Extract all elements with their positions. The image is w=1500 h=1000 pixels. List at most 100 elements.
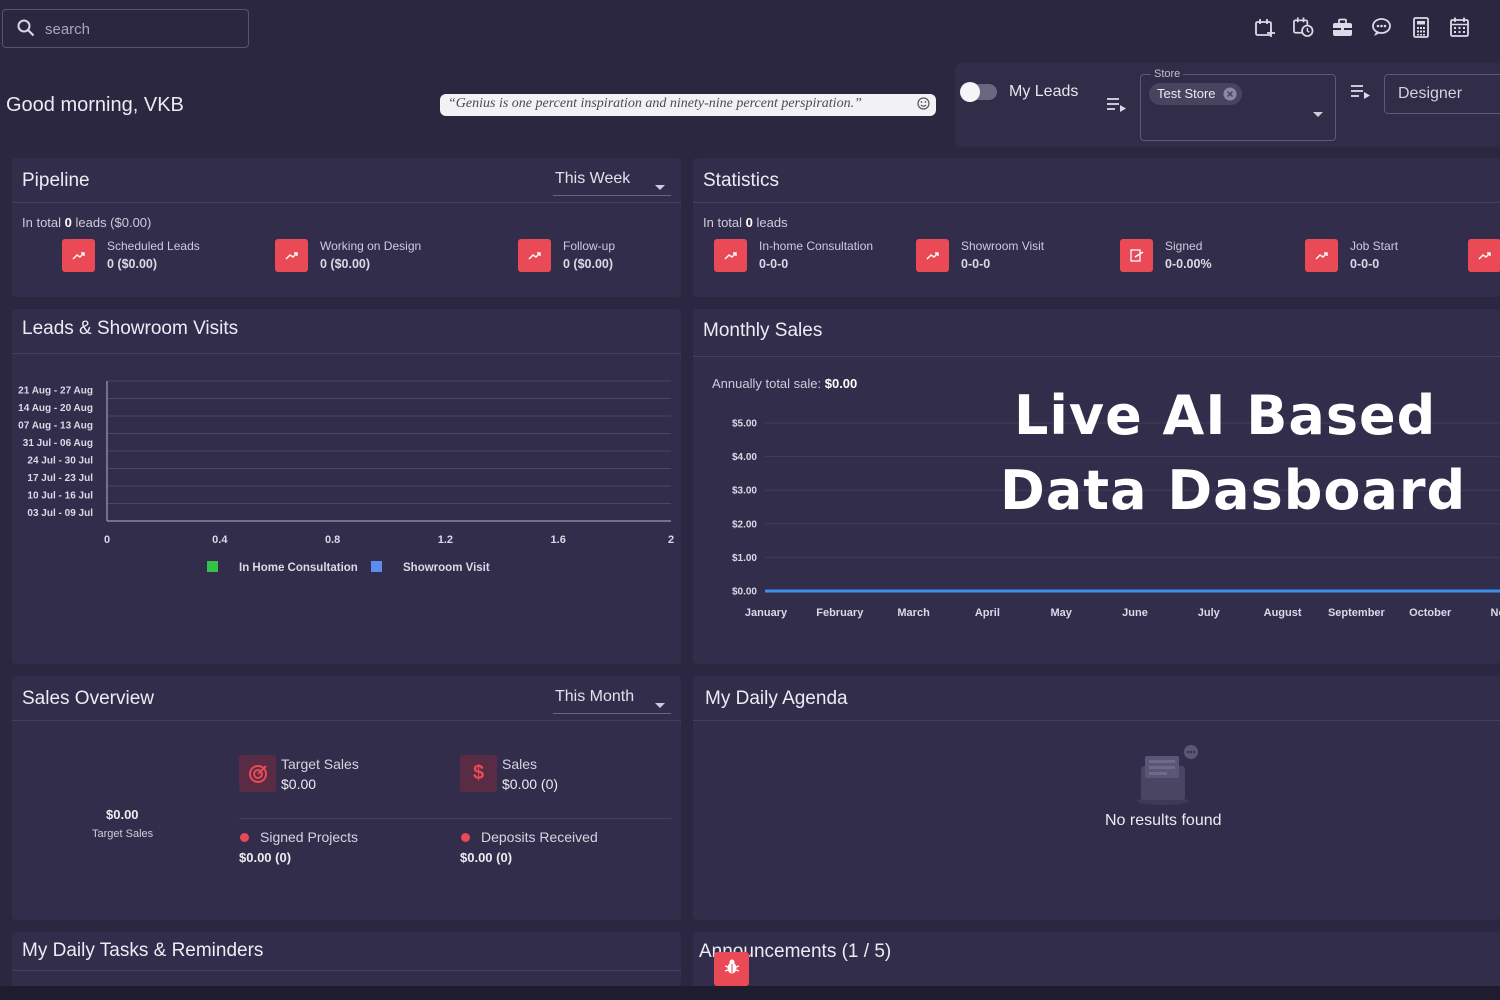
filter-list-icon[interactable]	[1351, 84, 1371, 105]
my-leads-label: My Leads	[1009, 83, 1079, 100]
search-input[interactable]	[45, 18, 235, 40]
chat-bubble-icon[interactable]	[1371, 16, 1392, 38]
x-tick-label: 0.8	[325, 534, 340, 546]
panel-title: My Daily Agenda	[705, 688, 848, 709]
toggle-knob	[960, 82, 980, 102]
metric-value: 0 ($0.00)	[107, 257, 158, 271]
calculator-icon[interactable]	[1410, 16, 1431, 38]
statistics-total: In total 0 leads	[703, 215, 788, 230]
target-sales-total: $0.00	[106, 807, 139, 822]
y-tick-label: 24 Jul - 30 Jul	[27, 455, 93, 466]
metric-value: 0-0-0	[759, 257, 789, 271]
x-tick-label: January	[745, 607, 788, 619]
x-tick-label: 1.6	[551, 534, 566, 546]
status-dot	[240, 833, 249, 842]
x-tick-label: 0.4	[212, 534, 228, 546]
top-toolbar	[1254, 16, 1470, 38]
statistics-panel: Statistics In total 0 leads In-home Cons…	[693, 158, 1500, 297]
metric-label: Follow-up	[563, 239, 616, 253]
store-label: Store	[1151, 68, 1184, 80]
signed-projects-value: $0.00 (0)	[239, 850, 292, 865]
add-calendar-icon[interactable]	[1254, 16, 1275, 38]
x-tick-label: February	[816, 607, 864, 619]
empty-inbox-icon	[1135, 744, 1201, 811]
metric-value: 0-0.00%	[1165, 257, 1212, 271]
y-tick-label: 03 Jul - 09 Jul	[27, 508, 93, 519]
y-tick-label: 07 Aug - 13 Aug	[18, 420, 93, 431]
quote-text: “Genius is one percent inspiration and n…	[448, 96, 862, 111]
so-label: Sales	[502, 756, 538, 772]
total-prefix: In total	[22, 215, 65, 230]
panel-title: Statistics	[703, 170, 780, 191]
search-icon	[17, 19, 35, 42]
total-prefix: In total	[703, 215, 746, 230]
leads-visits-panel: Leads & Showroom Visits 21 Aug - 27 Aug 1…	[12, 309, 681, 664]
y-tick-label: 31 Jul - 06 Aug	[23, 438, 93, 449]
trending-up-icon	[275, 239, 308, 272]
metric-label: Job Start	[1350, 239, 1399, 253]
divider	[12, 720, 681, 721]
period-value: This Week	[555, 170, 631, 187]
chevron-down-icon	[655, 696, 665, 714]
role-select[interactable]: Designer	[1384, 74, 1500, 114]
briefcase-icon[interactable]	[1332, 16, 1353, 38]
metric-value: 0 ($0.00)	[563, 257, 614, 271]
sales-period-select[interactable]: This Month	[553, 688, 671, 714]
chip-remove-icon[interactable]	[1223, 87, 1237, 104]
x-tick-label: April	[975, 607, 1000, 619]
dollar-icon: $	[460, 755, 497, 792]
metric-label: Signed	[1165, 239, 1203, 253]
schedule-icon[interactable]	[1293, 16, 1314, 38]
so-value: $0.00	[281, 776, 317, 792]
metric-label: Working on Design	[320, 239, 422, 253]
trending-up-icon	[518, 239, 551, 272]
divider	[12, 970, 681, 971]
metric-label: Scheduled Leads	[107, 239, 200, 253]
leads-visits-chart: 21 Aug - 27 Aug 14 Aug - 20 Aug 07 Aug - 1…	[18, 380, 674, 574]
trending-up-icon	[1305, 239, 1338, 272]
total-suffix: leads	[752, 215, 788, 230]
pipeline-total: In total 0 leads ($0.00)	[22, 215, 151, 230]
x-tick-label: 0	[104, 534, 110, 546]
divider	[12, 202, 681, 203]
bug-report-button[interactable]	[714, 952, 749, 986]
panel-title: Pipeline	[22, 170, 90, 191]
y-tick-label: 21 Aug - 27 Aug	[18, 385, 93, 396]
x-tick-label: May	[1050, 607, 1072, 619]
trending-up-icon	[1468, 239, 1500, 272]
search-box[interactable]	[2, 9, 249, 48]
my-leads-toggle[interactable]	[960, 82, 997, 102]
target-icon	[239, 755, 276, 792]
agenda-panel: My Daily Agenda No results found	[693, 676, 1500, 920]
store-chip[interactable]: Test Store	[1149, 83, 1242, 105]
y-tick-label: $1.00	[732, 553, 757, 564]
so-label: Target Sales	[281, 756, 359, 772]
x-tick-label: October	[1409, 607, 1452, 619]
metric-label: In-home Consultation	[759, 239, 874, 253]
calendar-icon[interactable]	[1449, 16, 1470, 38]
filter-list-icon[interactable]	[1107, 97, 1127, 118]
chevron-down-icon	[655, 178, 665, 196]
legend-label: In Home Consultation	[239, 562, 358, 574]
y-tick-label: $4.00	[732, 452, 757, 463]
monthly-sales-panel: Monthly Sales Annually total sale: $0.00…	[693, 309, 1500, 664]
metric-value: 0-0-0	[1350, 257, 1380, 271]
divider	[239, 818, 671, 819]
pipeline-period-select[interactable]: This Week	[553, 170, 671, 196]
overlay-headline: Live AI Based	[1014, 384, 1437, 447]
x-tick-label: July	[1198, 607, 1221, 619]
total-count: 0	[64, 215, 72, 230]
deposits-received-label: Deposits Received	[481, 829, 598, 845]
period-value: This Month	[555, 688, 635, 705]
chevron-down-icon[interactable]	[1313, 105, 1323, 123]
store-select[interactable]: Store Test Store	[1140, 68, 1336, 141]
target-sales-caption: Target Sales	[92, 828, 154, 840]
x-tick-label: August	[1264, 607, 1302, 619]
metric-label: Showroom Visit	[961, 239, 1045, 253]
signature-icon	[1120, 239, 1153, 272]
overlay-headline: Data Dasboard	[1000, 459, 1467, 522]
divider	[693, 720, 1500, 721]
x-tick-label: 2	[668, 534, 674, 546]
y-tick-label: $5.00	[732, 419, 757, 430]
so-value: $0.00 (0)	[502, 776, 559, 792]
